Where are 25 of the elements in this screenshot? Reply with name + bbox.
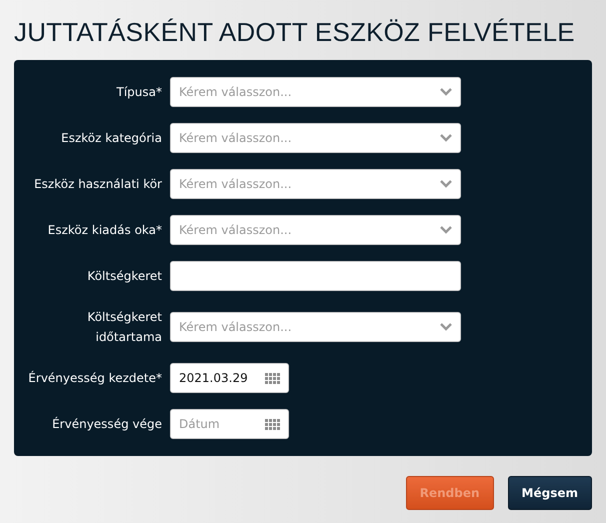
- select-field[interactable]: Kérem válasszon...: [170, 77, 461, 107]
- chevron-down-icon: [440, 134, 452, 142]
- chevron-down-icon: [440, 180, 452, 188]
- field-label: Költségkeret: [87, 268, 162, 285]
- select-field[interactable]: Kérem válasszon...: [170, 215, 461, 245]
- field-label: Eszköz kategória: [61, 130, 162, 147]
- date-field[interactable]: 2021.03.29: [170, 363, 289, 393]
- select-field[interactable]: Kérem válasszon...: [170, 169, 461, 199]
- input-field[interactable]: [170, 261, 461, 291]
- date-field[interactable]: Dátum: [170, 409, 289, 439]
- page-title: JUTTATÁSKÉNT ADOTT ESZKÖZ FELVÉTELE: [14, 16, 575, 49]
- field-label: Eszköz kiadás oka*: [48, 222, 162, 239]
- field-label: Költségkeret időtartama: [86, 309, 162, 346]
- cancel-button[interactable]: Mégsem: [508, 476, 592, 510]
- field-label: Érvényesség kezdete*: [28, 370, 162, 387]
- calendar-icon[interactable]: [265, 418, 280, 430]
- chevron-down-icon: [440, 88, 452, 96]
- calendar-icon[interactable]: [265, 372, 280, 384]
- field-label: Eszköz használati kör: [34, 176, 162, 193]
- chevron-down-icon: [440, 323, 452, 331]
- chevron-down-icon: [440, 226, 452, 234]
- select-field[interactable]: Kérem válasszon...: [170, 312, 461, 342]
- field-label: Érvényesség vége: [52, 416, 162, 433]
- field-label: Típusa*: [116, 84, 162, 101]
- select-field[interactable]: Kérem válasszon...: [170, 123, 461, 153]
